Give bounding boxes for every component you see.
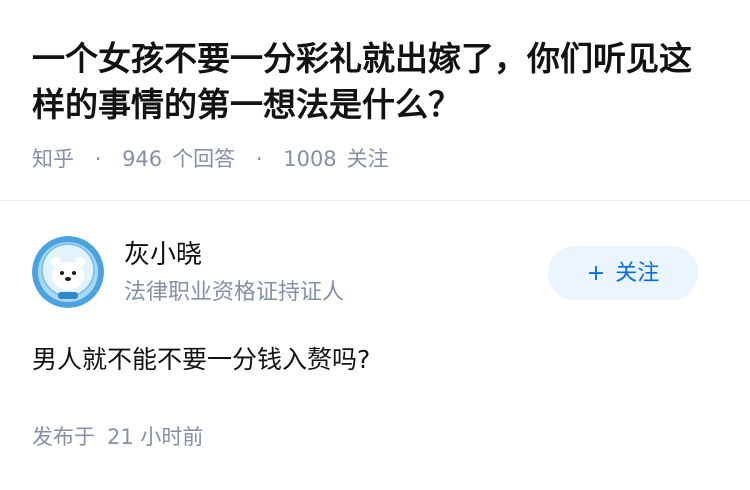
- answer-text[interactable]: 男人就不能不要一分钱入赘吗?: [32, 342, 370, 378]
- answers-count: 946: [122, 147, 163, 171]
- avatar[interactable]: [32, 236, 104, 308]
- polar-bear-astronaut-icon: [32, 236, 104, 308]
- meta-separator: ·: [255, 147, 263, 171]
- source-label: 知乎: [32, 147, 74, 171]
- section-divider: [0, 200, 750, 201]
- author-bio: 法律职业资格证持证人: [124, 280, 345, 305]
- question-title[interactable]: 一个女孩不要一分彩礼就出嫁了，你们听见这样的事情的第一想法是什么？: [32, 36, 722, 128]
- follow-button[interactable]: + 关注: [548, 246, 698, 300]
- follow-button-label: 关注: [615, 261, 660, 286]
- answers-label: 个回答: [172, 147, 236, 171]
- publish-info: 发布于 21 小时前: [32, 422, 203, 452]
- question-meta: 知乎 · 946 个回答 · 1008 关注: [32, 144, 389, 174]
- publish-label: 发布于: [32, 425, 95, 449]
- followers-label: 关注: [346, 147, 389, 171]
- meta-separator: ·: [94, 147, 102, 171]
- followers-count: 1008: [283, 147, 337, 171]
- author-name[interactable]: 灰小晓: [124, 238, 202, 272]
- publish-time: 21 小时前: [107, 425, 204, 449]
- plus-icon: +: [586, 261, 606, 286]
